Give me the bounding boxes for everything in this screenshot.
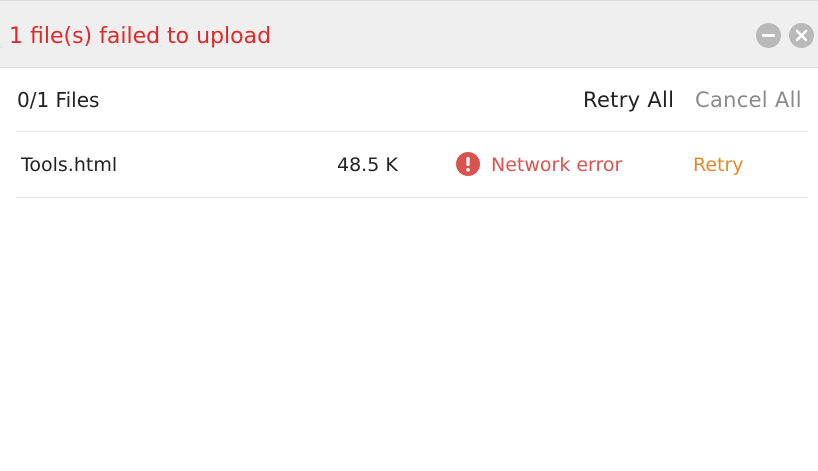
minimize-icon bbox=[762, 34, 775, 37]
cancel-all-button[interactable]: Cancel All bbox=[695, 87, 802, 113]
file-row: Tools.html 48.5 K Network error Retry bbox=[16, 132, 808, 198]
close-button[interactable] bbox=[789, 23, 814, 48]
upload-header: 1 file(s) failed to upload bbox=[0, 0, 818, 68]
file-count: 0/1 Files bbox=[17, 88, 100, 112]
file-size: 48.5 K bbox=[337, 154, 398, 176]
error-icon bbox=[456, 152, 480, 176]
retry-all-button[interactable]: Retry All bbox=[583, 87, 674, 113]
minimize-button[interactable] bbox=[756, 23, 781, 48]
upload-toolbar: 0/1 Files Retry All Cancel All bbox=[16, 68, 808, 132]
retry-button[interactable]: Retry bbox=[693, 153, 744, 177]
close-icon bbox=[795, 29, 808, 42]
upload-status-title: 1 file(s) failed to upload bbox=[9, 24, 272, 49]
upload-status: Network error bbox=[491, 154, 623, 176]
file-name: Tools.html bbox=[21, 154, 118, 176]
